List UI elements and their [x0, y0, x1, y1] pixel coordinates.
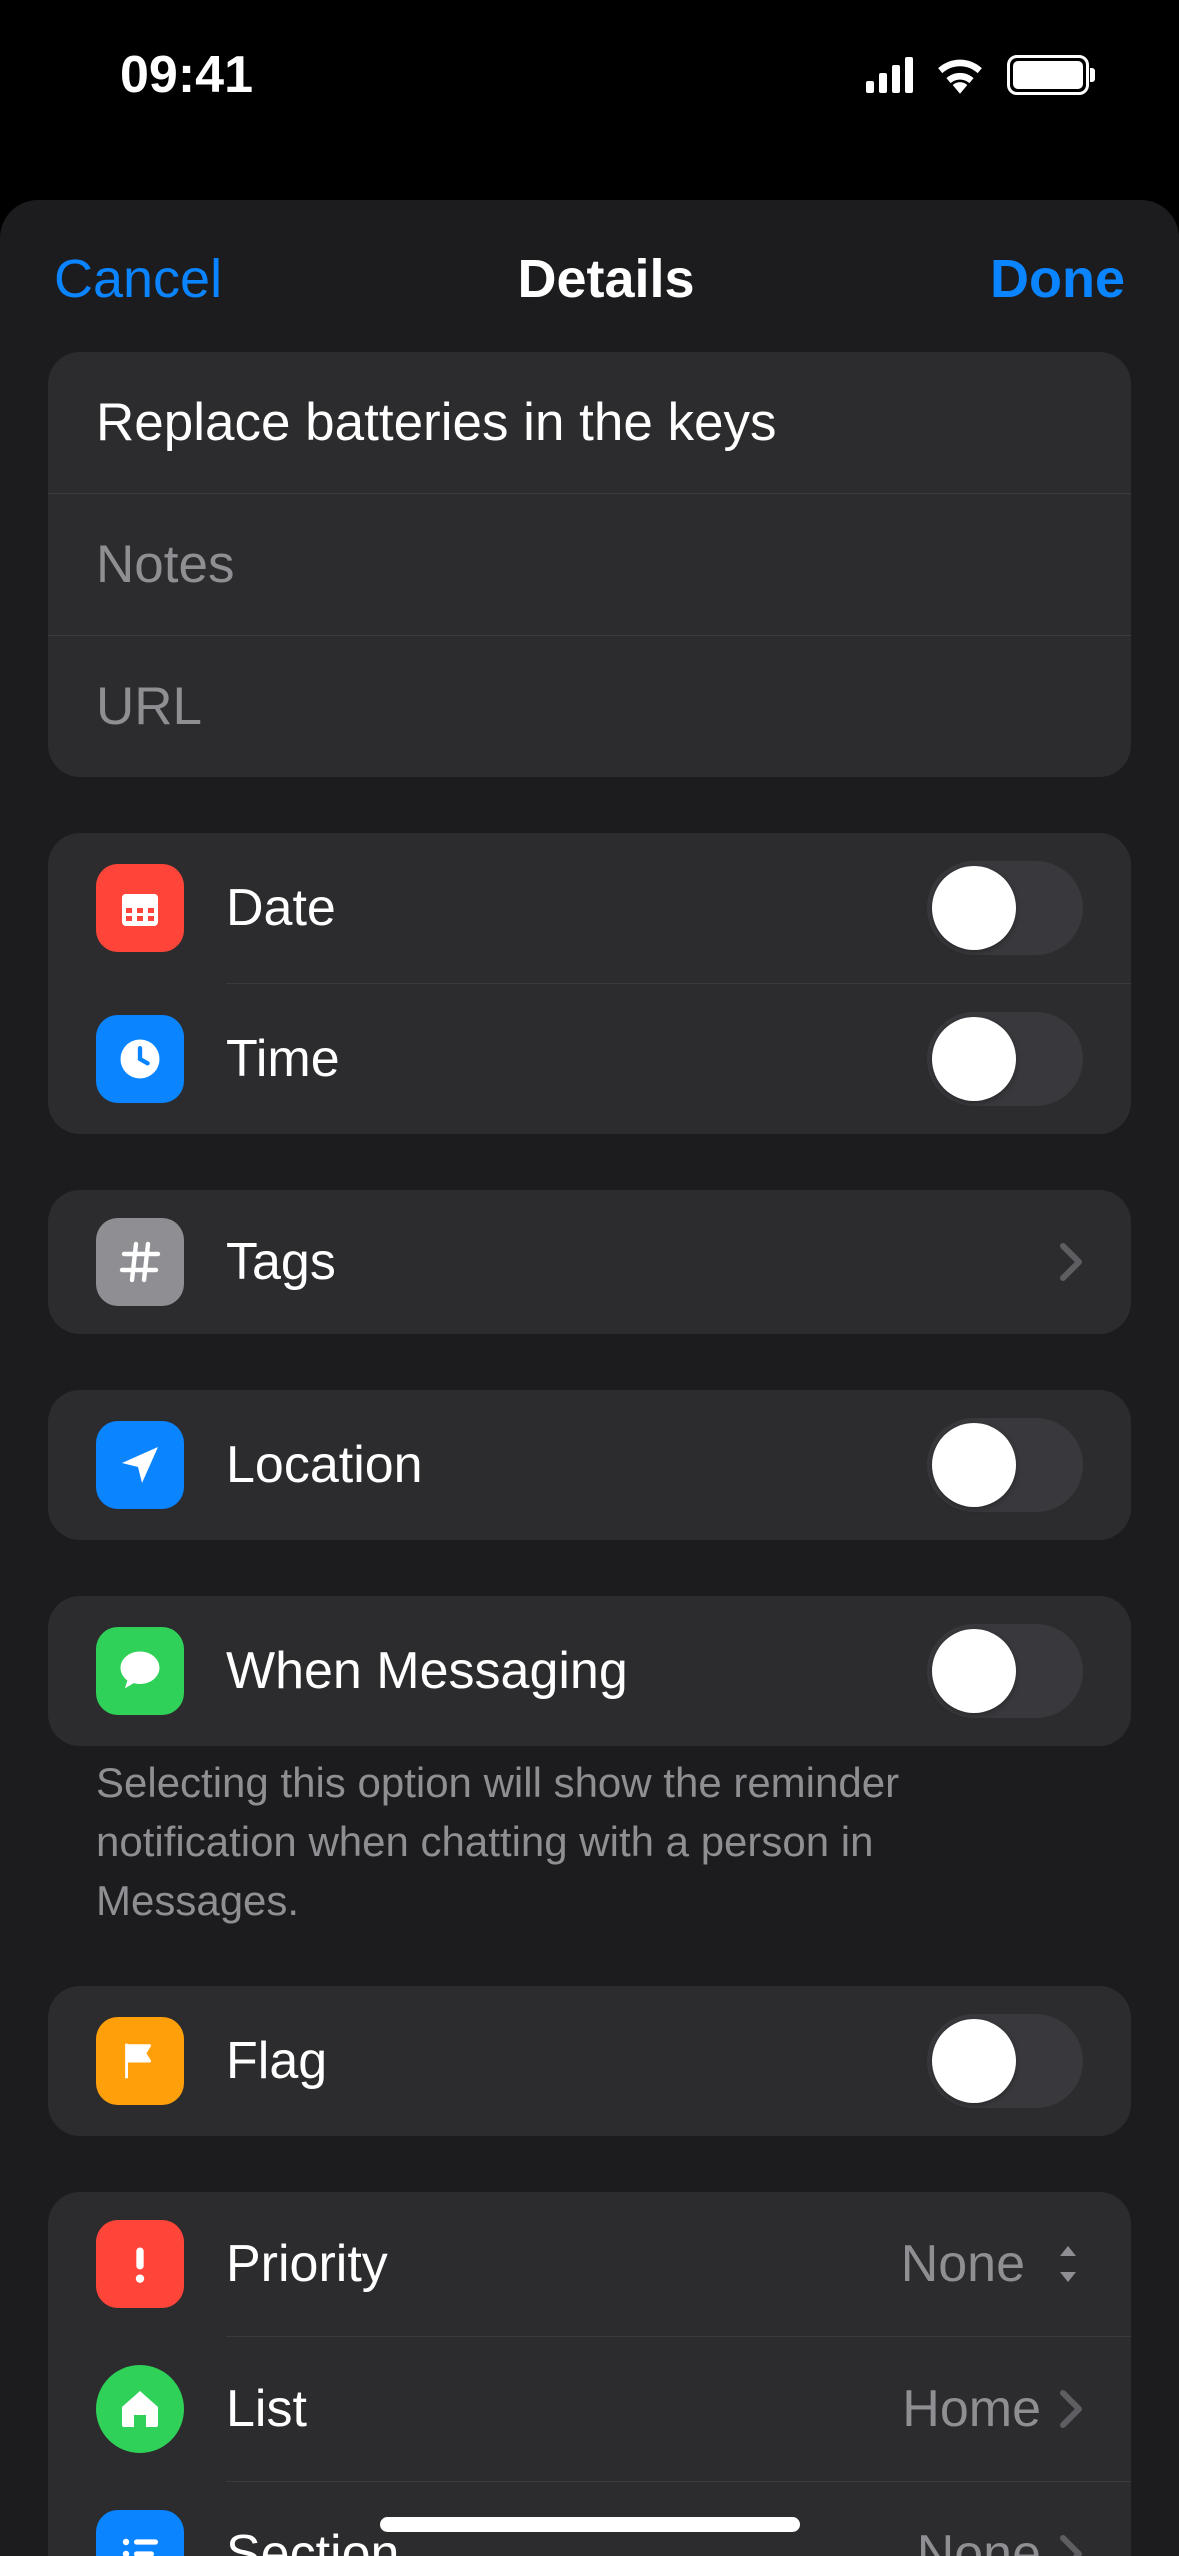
url-input[interactable]	[96, 676, 1083, 737]
nav-bar: Cancel Details Done	[0, 200, 1179, 352]
date-label: Date	[226, 878, 927, 938]
messaging-footer-text: Selecting this option will show the remi…	[48, 1730, 1131, 1930]
location-toggle[interactable]	[927, 1418, 1083, 1512]
flag-label: Flag	[226, 2031, 927, 2091]
wifi-icon	[935, 55, 985, 95]
clock-icon	[96, 1015, 184, 1103]
list-row[interactable]: List Home	[48, 2337, 1131, 2481]
location-row: Location	[48, 1390, 1131, 1540]
details-sheet: Cancel Details Done Date	[0, 200, 1179, 2556]
section-value: None	[917, 2524, 1041, 2556]
location-group: Location	[48, 1390, 1131, 1540]
time-label: Time	[226, 1029, 927, 1089]
messaging-label: When Messaging	[226, 1641, 927, 1701]
location-label: Location	[226, 1435, 927, 1495]
notes-input[interactable]	[96, 534, 1083, 595]
chevron-right-icon	[1059, 2389, 1083, 2429]
reminder-title-input[interactable]	[96, 392, 1083, 453]
list-label: List	[226, 2379, 902, 2439]
flag-row: Flag	[48, 1986, 1131, 2136]
messaging-row: When Messaging	[48, 1596, 1131, 1746]
time-toggle[interactable]	[927, 1012, 1083, 1106]
list-bullet-icon	[96, 2510, 184, 2556]
time-row: Time	[48, 984, 1131, 1134]
page-title: Details	[518, 248, 695, 310]
date-row: Date	[48, 833, 1131, 983]
content-scroll[interactable]: Date Time Tags	[0, 352, 1179, 2556]
tags-label: Tags	[226, 1232, 1059, 1292]
chevron-right-icon	[1059, 2534, 1083, 2556]
battery-icon	[1007, 55, 1089, 95]
datetime-group: Date Time	[48, 833, 1131, 1134]
messaging-group: When Messaging	[48, 1596, 1131, 1746]
status-icons	[866, 55, 1089, 95]
priority-label: Priority	[226, 2234, 901, 2294]
message-bubble-icon	[96, 1627, 184, 1715]
done-button[interactable]: Done	[990, 248, 1125, 310]
home-indicator[interactable]	[380, 2517, 800, 2532]
status-bar: 09:41	[0, 0, 1179, 150]
calendar-icon	[96, 864, 184, 952]
messaging-toggle[interactable]	[927, 1624, 1083, 1718]
flag-icon	[96, 2017, 184, 2105]
flag-group: Flag	[48, 1986, 1131, 2136]
date-toggle[interactable]	[927, 861, 1083, 955]
location-arrow-icon	[96, 1421, 184, 1509]
metadata-group: Priority None List Home	[48, 2192, 1131, 2556]
exclamation-icon	[96, 2220, 184, 2308]
tags-group: Tags	[48, 1190, 1131, 1334]
priority-value: None	[901, 2234, 1025, 2294]
updown-icon	[1053, 2242, 1083, 2286]
cellular-signal-icon	[866, 57, 913, 93]
home-icon	[96, 2365, 184, 2453]
list-value: Home	[902, 2379, 1041, 2439]
status-time: 09:41	[120, 45, 253, 105]
hashtag-icon	[96, 1218, 184, 1306]
cancel-button[interactable]: Cancel	[54, 248, 222, 310]
flag-toggle[interactable]	[927, 2014, 1083, 2108]
tags-row[interactable]: Tags	[48, 1190, 1131, 1334]
text-fields-group	[48, 352, 1131, 777]
chevron-right-icon	[1059, 1242, 1083, 1282]
priority-row[interactable]: Priority None	[48, 2192, 1131, 2336]
